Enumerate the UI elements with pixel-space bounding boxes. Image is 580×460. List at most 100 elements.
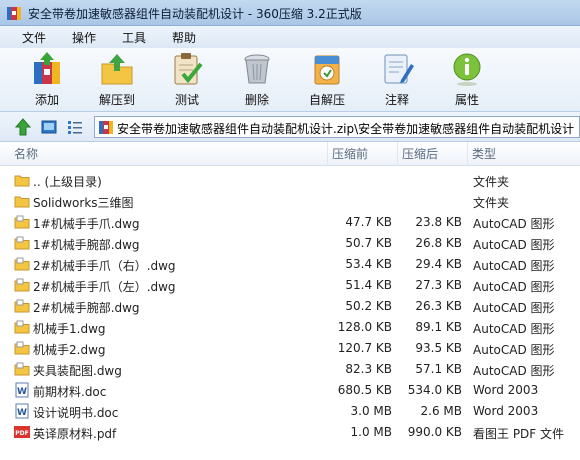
extract-to-icon: [84, 52, 150, 86]
extract-to-label: 解压到: [98, 93, 135, 107]
file-row[interactable]: 机械手1.dwg 128.0 KB 89.1 KB AutoCAD 图形: [0, 317, 580, 338]
file-row[interactable]: 2#机械手手爪（左）.dwg 51.4 KB 27.3 KB AutoCAD 图形: [0, 275, 580, 296]
comment-button[interactable]: 注释: [364, 50, 430, 110]
word-doc-icon: W: [14, 403, 30, 419]
col-packed[interactable]: 压缩后: [398, 142, 468, 166]
title-bar: 安全带卷加速敏感器组件自动装配机设计 - 360压缩 3.2正式版: [0, 0, 580, 26]
extract-to-button[interactable]: 解压到: [84, 50, 150, 110]
file-name: Solidworks三维图: [33, 196, 134, 210]
delete-button[interactable]: 删除: [224, 50, 290, 110]
comment-icon: [364, 52, 430, 86]
file-type: AutoCAD 图形: [473, 217, 555, 231]
self-extract-button[interactable]: 自解压: [294, 50, 360, 110]
add-button[interactable]: 添加: [14, 50, 80, 110]
file-packed-size: 26.8 KB: [415, 236, 462, 250]
file-row[interactable]: 1#机械手手爪.dwg 47.7 KB 23.8 KB AutoCAD 图形: [0, 212, 580, 233]
col-name[interactable]: 名称: [10, 142, 328, 166]
file-name: .. (上级目录): [33, 175, 102, 189]
file-size: 1.0 MB: [350, 425, 392, 439]
folder-up-icon: [14, 172, 30, 188]
col-size[interactable]: 压缩前: [328, 142, 398, 166]
file-row[interactable]: Solidworks三维图 文件夹: [0, 191, 580, 212]
list-view-icon[interactable]: [66, 118, 84, 136]
properties-button[interactable]: 属性: [434, 50, 500, 110]
self-extract-icon: [294, 52, 360, 86]
file-name: 机械手1.dwg: [33, 322, 106, 336]
file-row[interactable]: .. (上级目录) 文件夹: [0, 170, 580, 191]
col-type[interactable]: 类型: [468, 142, 580, 166]
toolbar: 添加 解压到 测试 删除 自解压 注释 属性: [0, 48, 580, 112]
file-type: 文件夹: [473, 175, 510, 189]
dwg-file-icon: [14, 256, 30, 272]
file-size: 47.7 KB: [345, 215, 392, 229]
file-size: 50.7 KB: [345, 236, 392, 250]
file-row[interactable]: PDF 英译原材料.pdf 1.0 MB 990.0 KB 看图王 PDF 文件: [0, 422, 580, 443]
file-row[interactable]: 1#机械手腕部.dwg 50.7 KB 26.8 KB AutoCAD 图形: [0, 233, 580, 254]
test-button[interactable]: 测试: [154, 50, 220, 110]
file-packed-size: 534.0 KB: [407, 383, 462, 397]
file-row[interactable]: 2#机械手腕部.dwg 50.2 KB 26.3 KB AutoCAD 图形: [0, 296, 580, 317]
thumbnail-view-icon[interactable]: [40, 118, 58, 136]
file-packed-size: 89.1 KB: [415, 320, 462, 334]
file-row[interactable]: 2#机械手手爪（右）.dwg 53.4 KB 29.4 KB AutoCAD 图形: [0, 254, 580, 275]
comment-label: 注释: [384, 93, 409, 107]
dwg-file-icon: [14, 214, 30, 230]
test-label: 测试: [174, 93, 199, 107]
file-name: 1#机械手手爪.dwg: [33, 217, 140, 231]
file-type: AutoCAD 图形: [473, 238, 555, 252]
file-packed-size: 2.6 MB: [420, 404, 462, 418]
file-row[interactable]: 机械手2.dwg 120.7 KB 93.5 KB AutoCAD 图形: [0, 338, 580, 359]
address-field[interactable]: 安全带卷加速敏感器组件自动装配机设计.zip\安全带卷加速敏感器组件自动装配机设…: [94, 116, 580, 138]
file-size: 120.7 KB: [337, 341, 392, 355]
column-header: 名称 压缩前 压缩后 类型: [0, 142, 580, 166]
pdf-file-icon: PDF: [14, 424, 30, 440]
menu-tools[interactable]: 工具: [116, 29, 152, 46]
word-doc-icon: W: [14, 382, 30, 398]
menu-bar: 文件 操作 工具 帮助: [0, 26, 580, 48]
file-packed-size: 57.1 KB: [415, 362, 462, 376]
file-name: 机械手2.dwg: [33, 343, 106, 357]
file-name: 前期材料.doc: [33, 385, 107, 399]
file-size: 53.4 KB: [345, 257, 392, 271]
dwg-file-icon: [14, 235, 30, 251]
svg-text:W: W: [17, 408, 27, 418]
file-row[interactable]: 夹具装配图.dwg 82.3 KB 57.1 KB AutoCAD 图形: [0, 359, 580, 380]
file-row[interactable]: W 设计说明书.doc 3.0 MB 2.6 MB Word 2003: [0, 401, 580, 422]
file-type: AutoCAD 图形: [473, 259, 555, 273]
file-type: AutoCAD 图形: [473, 364, 555, 378]
file-name: 1#机械手腕部.dwg: [33, 238, 140, 252]
file-type: AutoCAD 图形: [473, 301, 555, 315]
file-size: 128.0 KB: [337, 320, 392, 334]
file-type: 文件夹: [473, 196, 510, 210]
dwg-file-icon: [14, 340, 30, 356]
up-arrow-icon[interactable]: [14, 118, 32, 136]
file-type: Word 2003: [473, 404, 539, 418]
dwg-file-icon: [14, 298, 30, 314]
file-name: 设计说明书.doc: [33, 406, 119, 420]
menu-operate[interactable]: 操作: [66, 29, 102, 46]
file-list: 名称 压缩前 压缩后 类型 .. (上级目录) 文件夹 Solidworks三维图 文…: [0, 142, 580, 460]
file-packed-size: 93.5 KB: [415, 341, 462, 355]
info-icon: [434, 52, 500, 86]
menu-file[interactable]: 文件: [16, 29, 52, 46]
file-packed-size: 990.0 KB: [407, 425, 462, 439]
dwg-file-icon: [14, 277, 30, 293]
properties-label: 属性: [454, 93, 479, 107]
file-type: AutoCAD 图形: [473, 322, 555, 336]
file-name: 夹具装配图.dwg: [33, 364, 122, 378]
delete-trash-icon: [224, 52, 290, 86]
file-packed-size: 27.3 KB: [415, 278, 462, 292]
file-name: 2#机械手手爪（左）.dwg: [33, 280, 176, 294]
file-size: 82.3 KB: [345, 362, 392, 376]
file-packed-size: 26.3 KB: [415, 299, 462, 313]
archive-icon: [98, 119, 114, 137]
file-name: 2#机械手手爪（右）.dwg: [33, 259, 176, 273]
file-row[interactable]: W 前期材料.doc 680.5 KB 534.0 KB Word 2003: [0, 380, 580, 401]
file-name: 2#机械手腕部.dwg: [33, 301, 140, 315]
menu-help[interactable]: 帮助: [166, 29, 202, 46]
file-size: 50.2 KB: [345, 299, 392, 313]
delete-label: 删除: [244, 93, 269, 107]
file-type: AutoCAD 图形: [473, 280, 555, 294]
window-title: 安全带卷加速敏感器组件自动装配机设计 - 360压缩 3.2正式版: [28, 7, 362, 21]
svg-text:W: W: [17, 387, 27, 397]
